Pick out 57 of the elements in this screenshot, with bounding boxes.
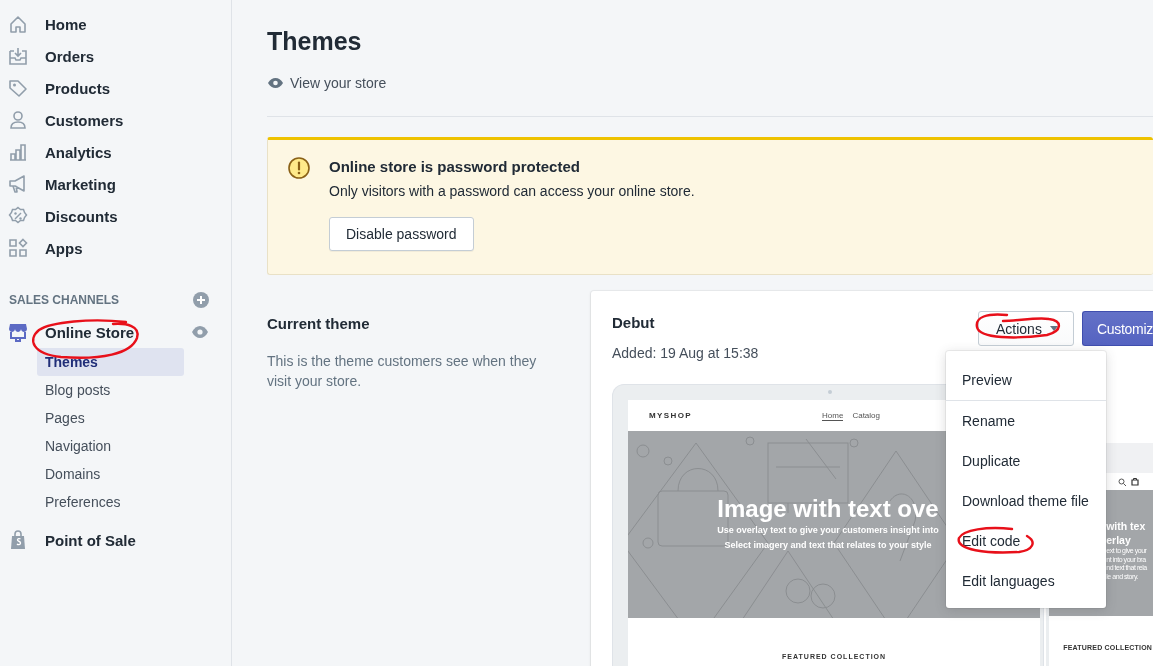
menu-item[interactable]: Edit code (946, 521, 1106, 561)
nav-subitem[interactable]: Pages (37, 404, 184, 432)
nav-subitem[interactable]: Themes (37, 348, 184, 376)
disable-password-button[interactable]: Disable password (329, 217, 474, 251)
hero-text: Select imagery and text that relates to your style (723, 539, 933, 552)
camera-dot (828, 390, 833, 394)
menu-item[interactable]: Rename (946, 401, 1106, 441)
customize-button[interactable]: Customiz (1082, 311, 1153, 346)
hero-title: with tex (1106, 519, 1147, 533)
nav-subitem[interactable]: Navigation (37, 432, 184, 460)
eye-icon[interactable] (191, 325, 209, 339)
theme-date: Added: 19 Aug at 15:38 (612, 344, 759, 363)
nav-item[interactable]: Discounts (0, 200, 231, 232)
nav-item[interactable]: Marketing (0, 168, 231, 200)
megaphone-icon (8, 174, 28, 194)
nav-item[interactable]: Online Store (0, 316, 135, 348)
section-heading: SALES CHANNELS (9, 293, 119, 307)
nav-item[interactable]: Apps (0, 232, 231, 264)
percent-badge-icon (8, 206, 28, 226)
nav-item[interactable]: Products (0, 72, 231, 104)
banner-title: Online store is password protected (329, 157, 581, 177)
person-icon (8, 110, 28, 130)
nav-item[interactable]: Analytics (0, 136, 231, 168)
view-store-link[interactable]: View your store (267, 75, 387, 91)
bar-chart-icon (8, 142, 28, 162)
storefront-icon (8, 322, 28, 342)
nav-item[interactable]: Orders (0, 40, 231, 72)
bag-icon (1131, 477, 1139, 486)
page-title: Themes (267, 26, 363, 56)
section-heading: Current theme (267, 314, 371, 334)
menu-item[interactable]: Download theme file (946, 481, 1106, 521)
banner-text: Only visitors with a password can access your online store. (329, 182, 695, 200)
add-icon[interactable] (193, 292, 209, 308)
tag-icon (8, 78, 28, 98)
hero-text: Use overlay text to give your customers insight into (716, 524, 940, 537)
nav-subitem[interactable]: Preferences (37, 488, 184, 516)
menu-item[interactable]: Duplicate (946, 441, 1106, 481)
theme-name: Debut (612, 313, 656, 333)
apps-icon (8, 238, 28, 258)
nav-subitem[interactable]: Domains (37, 460, 184, 488)
hero-title: erlay (1106, 533, 1132, 547)
section-description: This is the theme customers see when they visit your store. (267, 352, 538, 391)
menu-item[interactable]: Edit languages (946, 561, 1106, 601)
warning-icon (288, 157, 310, 179)
nav-item[interactable]: Customers (0, 104, 231, 136)
nav-item[interactable]: Point of Sale (0, 524, 136, 556)
eye-icon (267, 77, 284, 89)
store-logo: MYSHOP (649, 411, 693, 420)
menu-item[interactable]: Preview (946, 360, 1106, 400)
shopping-bag-icon (8, 530, 28, 550)
caret-icon (1049, 326, 1058, 331)
hero-title: Image with text ove (716, 495, 940, 523)
home-icon (8, 14, 28, 34)
nav-item[interactable]: Home (0, 8, 231, 40)
inbox-icon (8, 46, 28, 66)
nav-subitem[interactable]: Blog posts (37, 376, 184, 404)
search-icon (1118, 477, 1126, 486)
